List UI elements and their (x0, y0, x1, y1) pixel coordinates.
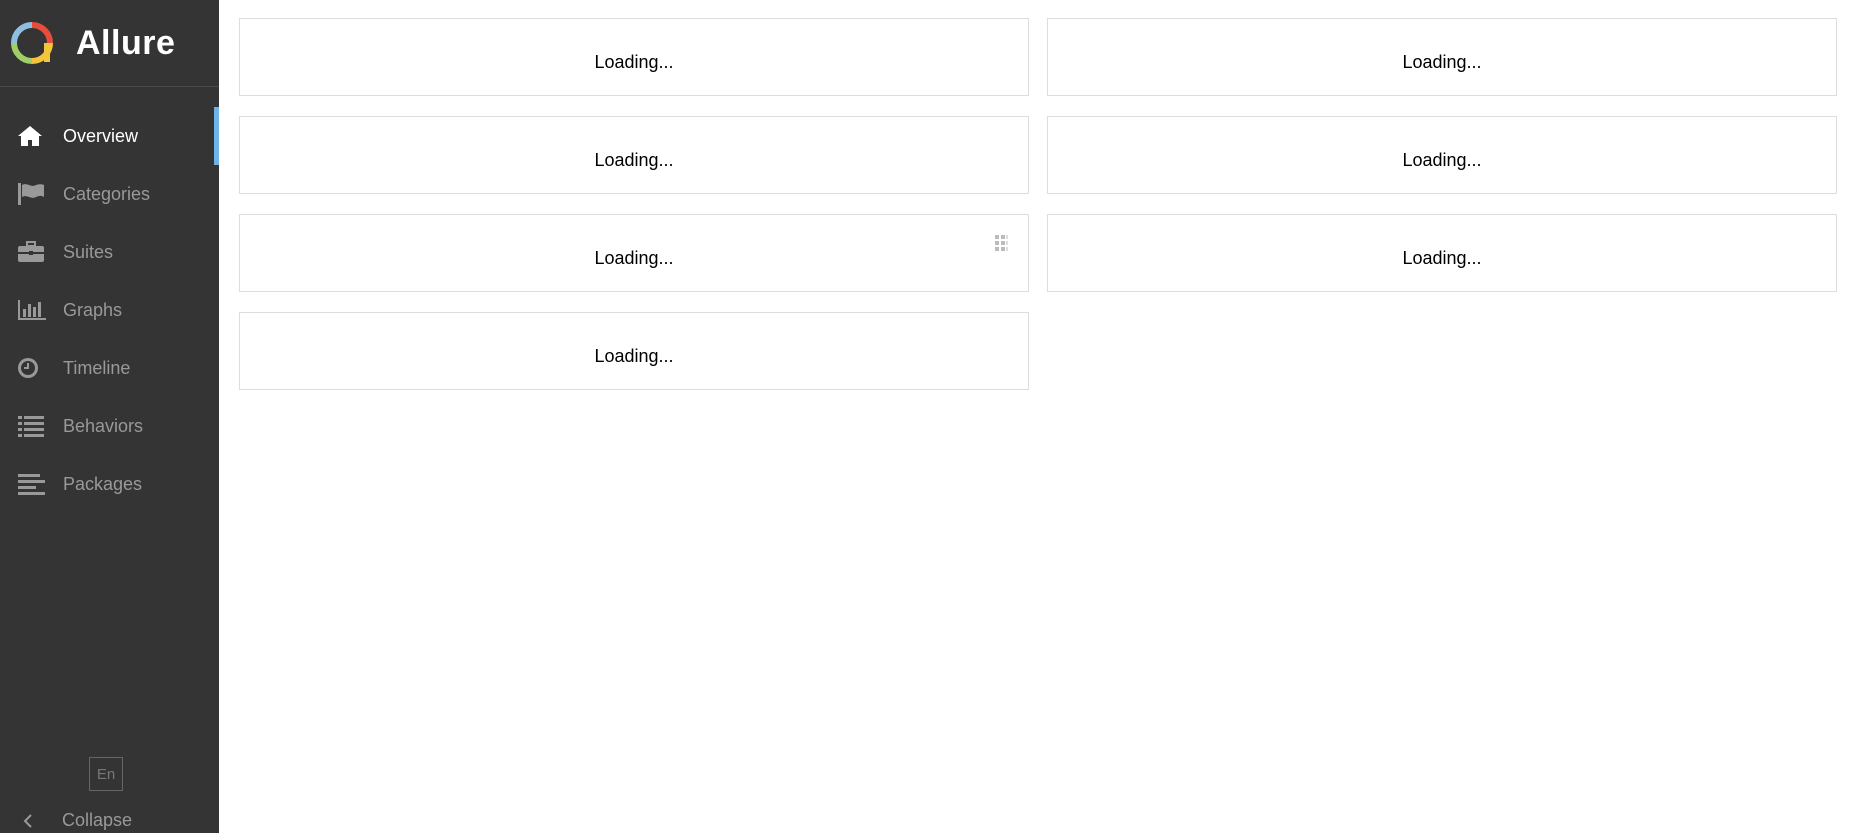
allure-logo-icon (11, 22, 53, 64)
widget-card: Loading... (239, 312, 1029, 390)
main-content: Loading... Loading... Loading... Loading… (219, 0, 1852, 833)
sidebar-item-categories[interactable]: Categories (0, 165, 219, 223)
sidebar-item-graphs[interactable]: Graphs (0, 281, 219, 339)
sidebar-item-label: Packages (63, 473, 143, 494)
sidebar-item-label: Timeline (63, 357, 131, 378)
widget-card: Loading... (1047, 116, 1837, 194)
sidebar-nav: Overview Categories Suites Graphs Timeli… (0, 107, 219, 513)
loading-text: Loading... (594, 149, 674, 170)
sidebar-item-packages[interactable]: Packages (0, 455, 219, 513)
home-icon (17, 123, 47, 149)
widget-card: Loading... (239, 116, 1029, 194)
language-button[interactable]: En (89, 757, 123, 791)
sidebar-item-timeline[interactable]: Timeline (0, 339, 219, 397)
bar-chart-icon (17, 297, 47, 323)
sidebar: Allure Overview Categories Suites Graphs (0, 0, 219, 833)
widget-card: Loading... (239, 18, 1029, 96)
loading-text: Loading... (1402, 247, 1482, 268)
sidebar-item-label: Suites (63, 241, 114, 262)
brand[interactable]: Allure (0, 0, 219, 87)
brand-name: Allure (76, 23, 176, 62)
widget-card: Loading... (239, 214, 1029, 292)
chevron-left-icon (22, 813, 38, 829)
sidebar-item-overview[interactable]: Overview (0, 107, 219, 165)
collapse-label: Collapse (62, 810, 133, 830)
list-icon (17, 413, 47, 439)
sidebar-item-label: Graphs (63, 299, 123, 320)
flag-icon (17, 181, 47, 207)
sidebar-item-suites[interactable]: Suites (0, 223, 219, 281)
widget-card: Loading... (1047, 18, 1837, 96)
sidebar-item-behaviors[interactable]: Behaviors (0, 397, 219, 455)
loading-text: Loading... (594, 247, 674, 268)
sidebar-item-label: Overview (63, 125, 139, 146)
collapse-button[interactable]: Collapse (0, 808, 219, 833)
sidebar-item-label: Behaviors (63, 415, 144, 436)
sidebar-item-label: Categories (63, 183, 151, 204)
briefcase-icon (17, 239, 47, 265)
widget-card: Loading... (1047, 214, 1837, 292)
loading-text: Loading... (1402, 51, 1482, 72)
align-left-icon (17, 471, 47, 497)
clock-icon (17, 355, 47, 381)
loading-text: Loading... (1402, 149, 1482, 170)
drag-handle-icon[interactable] (995, 235, 1009, 258)
loading-text: Loading... (594, 51, 674, 72)
loading-text: Loading... (594, 345, 674, 366)
